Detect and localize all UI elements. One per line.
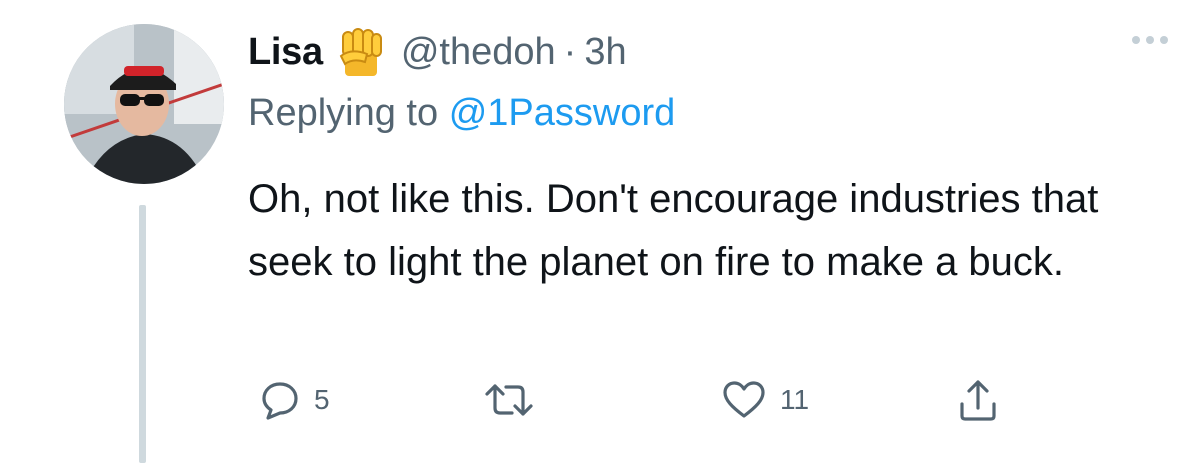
reply-count: 5 xyxy=(314,384,330,415)
separator-dot: · xyxy=(563,30,577,73)
tweet-text: Oh, not like this. Don't encourage indus… xyxy=(248,177,1099,284)
retweet-button[interactable] xyxy=(484,372,548,428)
avatar-photo xyxy=(64,24,224,184)
reply-icon xyxy=(262,382,298,420)
replying-to: Replying to @1Password xyxy=(248,92,675,135)
avatar[interactable] xyxy=(64,24,224,184)
tweet-timestamp[interactable]: 3h xyxy=(584,31,626,74)
share-button[interactable] xyxy=(958,372,998,428)
more-options-icon[interactable] xyxy=(1132,36,1168,44)
retweet-icon xyxy=(485,384,533,416)
tweet[interactable]: Lisa @thedoh · 3h Replying to @1Password… xyxy=(0,0,1200,463)
tweet-actions: 5 11 xyxy=(248,372,1148,428)
author-name[interactable]: Lisa xyxy=(248,31,323,74)
raised-fist-emoji-icon xyxy=(337,26,385,78)
like-icon xyxy=(723,381,765,418)
replying-prefix: Replying to xyxy=(248,92,439,134)
like-button[interactable]: 11 xyxy=(722,372,809,428)
like-count: 11 xyxy=(780,384,810,415)
thread-line xyxy=(139,205,146,463)
share-icon xyxy=(960,380,996,421)
tweet-header: Lisa @thedoh · 3h xyxy=(248,22,627,82)
author-handle[interactable]: @thedoh xyxy=(401,31,556,74)
replying-mention-link[interactable]: @1Password xyxy=(449,92,676,134)
reply-button[interactable]: 5 xyxy=(260,372,330,428)
